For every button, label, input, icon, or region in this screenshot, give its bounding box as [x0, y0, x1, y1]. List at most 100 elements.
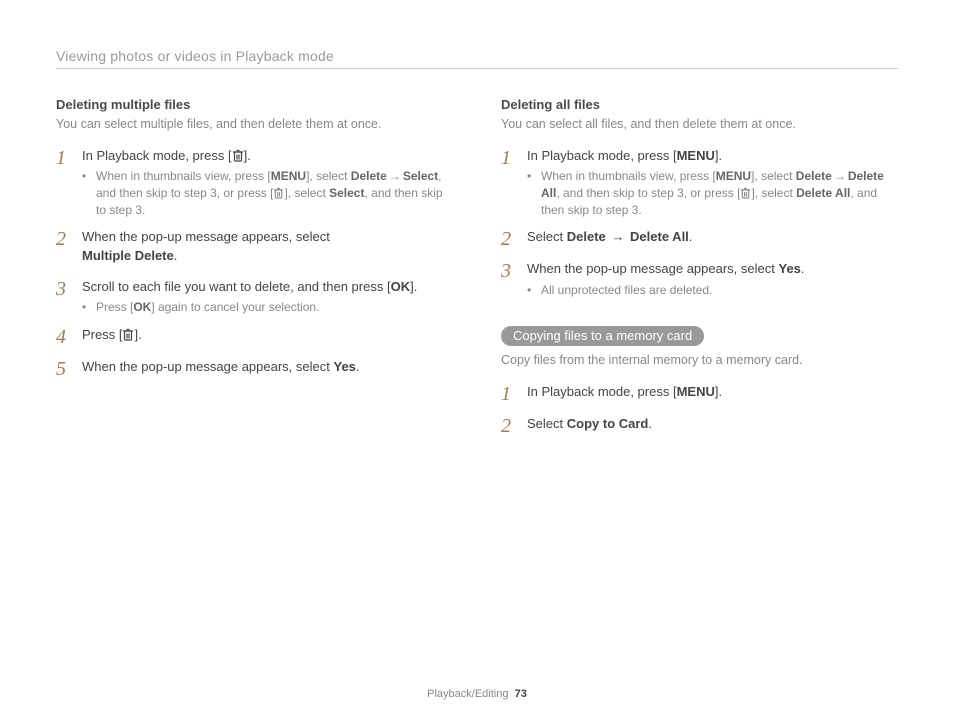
bold-text: Select	[329, 186, 364, 200]
trash-icon	[232, 149, 244, 162]
step-3: 3 When the pop-up message appears, selec…	[501, 260, 898, 298]
text: .	[801, 261, 805, 276]
intro-text: You can select all files, and then delet…	[501, 116, 898, 133]
bold-text: Yes	[333, 359, 355, 374]
step-number: 1	[501, 383, 527, 405]
step-number: 2	[501, 415, 527, 437]
menu-icon: MENU	[677, 384, 715, 399]
ok-icon: OK	[391, 279, 411, 294]
bold-text: Yes	[778, 261, 800, 276]
text: ].	[244, 148, 251, 163]
step-body: When the pop-up message appears, select …	[82, 228, 453, 267]
text: ].	[410, 279, 417, 294]
bold-text: Delete All	[630, 229, 689, 244]
sub-bullet: • When in thumbnails view, press [MENU],…	[82, 168, 453, 218]
footer-section: Playback/Editing	[427, 688, 508, 700]
text: .	[648, 416, 652, 431]
subheading-deleting-all: Deleting all files	[501, 97, 898, 112]
text: ].	[715, 148, 722, 163]
step-number: 2	[501, 228, 527, 250]
step-body: Select Copy to Card.	[527, 415, 898, 437]
arrow-right-icon: →	[609, 228, 626, 246]
step-number: 1	[501, 147, 527, 219]
step-body: When the pop-up message appears, select …	[82, 358, 453, 380]
text: In Playback mode, press [	[527, 384, 677, 399]
bold-text: Select	[403, 169, 438, 183]
step-body: Select Delete → Delete All.	[527, 228, 898, 250]
text: ], select	[284, 186, 329, 200]
arrow-right-icon: →	[832, 168, 848, 185]
text: ], select	[751, 186, 796, 200]
text: In Playback mode, press [	[82, 148, 232, 163]
text: In Playback mode, press [	[527, 148, 677, 163]
step-5: 5 When the pop-up message appears, selec…	[56, 358, 453, 380]
menu-icon: MENU	[677, 148, 715, 163]
text: Select	[527, 229, 567, 244]
step-3: 3 Scroll to each file you want to delete…	[56, 278, 453, 316]
text: ], select	[306, 169, 351, 183]
step-number: 2	[56, 228, 82, 267]
text: When in thumbnails view, press [	[96, 169, 271, 183]
menu-icon: MENU	[716, 169, 751, 183]
step-body: In Playback mode, press [MENU]. • When i…	[527, 147, 898, 219]
copy-step-1: 1 In Playback mode, press [MENU].	[501, 383, 898, 405]
trash-icon	[273, 187, 284, 199]
step-number: 3	[501, 260, 527, 298]
text: ].	[134, 327, 141, 342]
bold-text: Delete All	[796, 186, 850, 200]
step-body: In Playback mode, press []. • When in th…	[82, 147, 453, 219]
step-2: 2 When the pop-up message appears, selec…	[56, 228, 453, 267]
menu-icon: MENU	[271, 169, 306, 183]
text: , and then skip to step 3, or press [	[556, 186, 740, 200]
bold-text: Delete	[567, 229, 606, 244]
text: Press [	[96, 300, 133, 314]
bold-text: Multiple Delete.	[82, 247, 453, 265]
trash-icon	[740, 187, 751, 199]
step-number: 3	[56, 278, 82, 316]
text: When the pop-up message appears, select	[527, 261, 778, 276]
ok-icon: OK	[133, 300, 151, 314]
step-number: 4	[56, 326, 82, 348]
running-header: Viewing photos or videos in Playback mod…	[56, 48, 898, 69]
footer: Playback/Editing 73	[56, 680, 898, 700]
sub-bullet: • Press [OK] again to cancel your select…	[82, 299, 453, 316]
bold-text: Delete	[796, 169, 832, 183]
text: ].	[715, 384, 722, 399]
text: When the pop-up message appears, select	[82, 229, 330, 244]
arrow-right-icon: →	[387, 168, 403, 185]
intro-text: You can select multiple files, and then …	[56, 116, 453, 133]
bold-text: Delete	[351, 169, 387, 183]
text: Press [	[82, 327, 122, 342]
step-number: 1	[56, 147, 82, 219]
step-number: 5	[56, 358, 82, 380]
step-1: 1 In Playback mode, press []. • When in …	[56, 147, 453, 219]
step-2: 2 Select Delete → Delete All.	[501, 228, 898, 250]
page: Viewing photos or videos in Playback mod…	[0, 0, 954, 720]
subheading-deleting-multiple: Deleting multiple files	[56, 97, 453, 112]
sub-bullet: • All unprotected files are deleted.	[527, 282, 898, 299]
text: .	[689, 229, 693, 244]
text: Select	[527, 416, 567, 431]
sub-bullet: • When in thumbnails view, press [MENU],…	[527, 168, 898, 218]
left-column: Deleting multiple files You can select m…	[56, 97, 453, 680]
pill-heading-copying: Copying files to a memory card	[501, 326, 704, 346]
page-number: 73	[515, 688, 527, 700]
text: When in thumbnails view, press [	[541, 169, 716, 183]
text: .	[356, 359, 360, 374]
intro-text: Copy files from the internal memory to a…	[501, 352, 898, 369]
step-1: 1 In Playback mode, press [MENU]. • When…	[501, 147, 898, 219]
step-body: When the pop-up message appears, select …	[527, 260, 898, 298]
step-body: In Playback mode, press [MENU].	[527, 383, 898, 405]
copy-step-2: 2 Select Copy to Card.	[501, 415, 898, 437]
bold-text: Copy to Card	[567, 416, 649, 431]
step-body: Scroll to each file you want to delete, …	[82, 278, 453, 316]
text: All unprotected files are deleted.	[541, 282, 898, 299]
two-columns: Deleting multiple files You can select m…	[56, 97, 898, 680]
text: Scroll to each file you want to delete, …	[82, 279, 391, 294]
text: ] again to cancel your selection.	[151, 300, 319, 314]
trash-icon	[122, 328, 134, 341]
step-4: 4 Press [].	[56, 326, 453, 348]
text: When the pop-up message appears, select	[82, 359, 333, 374]
step-body: Press [].	[82, 326, 453, 348]
text: ], select	[751, 169, 796, 183]
